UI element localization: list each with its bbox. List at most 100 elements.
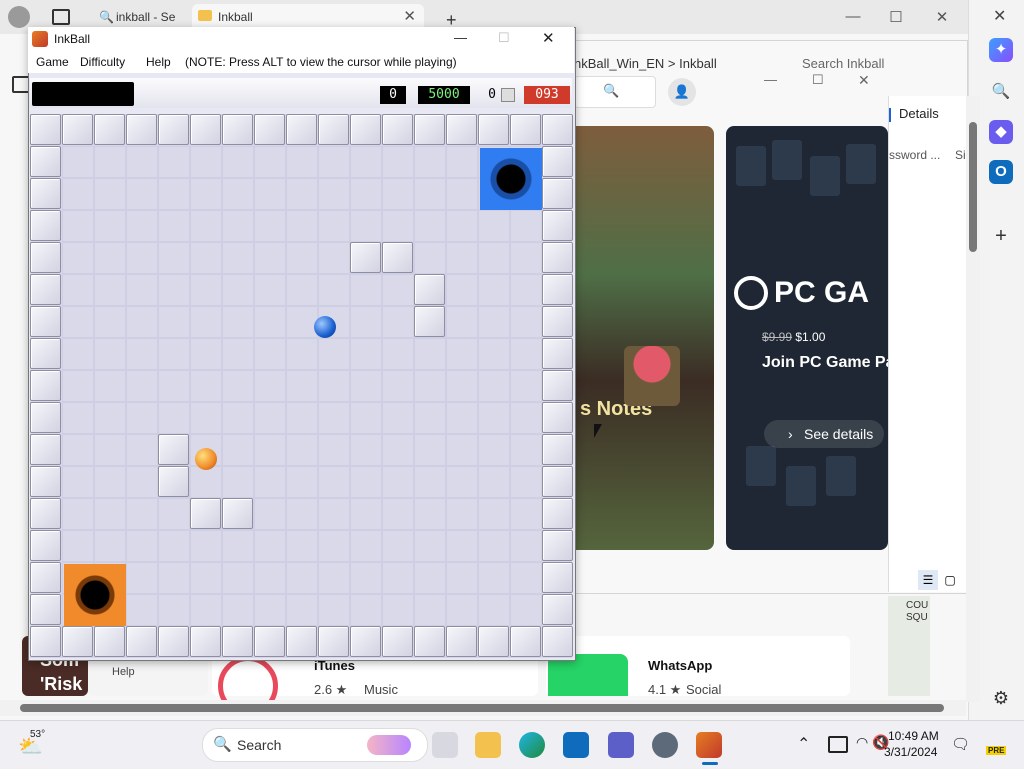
board-cell: [94, 338, 126, 370]
wall-block: [30, 562, 61, 593]
board-cell: [510, 306, 542, 338]
board-cell: [62, 434, 94, 466]
board-cell: [478, 306, 510, 338]
board-cell: [286, 498, 318, 530]
add-icon[interactable]: +: [989, 224, 1013, 248]
promo-card-game[interactable]: s Notes: [560, 126, 714, 550]
account-icon[interactable]: 👤: [668, 78, 696, 106]
board-cell: [254, 210, 286, 242]
view-toggle[interactable]: ☰ ▢: [916, 570, 960, 590]
scrollbar-thumb[interactable]: [20, 704, 944, 712]
board-cell: [478, 466, 510, 498]
store-close-icon[interactable]: ✕: [858, 72, 870, 89]
display-icon[interactable]: [828, 736, 848, 753]
wifi-icon[interactable]: ◠: [856, 734, 868, 751]
board-cell: [62, 242, 94, 274]
board-cell: [94, 146, 126, 178]
board-cell: [478, 274, 510, 306]
list-view-icon[interactable]: ☰: [918, 570, 938, 590]
board-cell: [478, 562, 510, 594]
board-cell: [286, 146, 318, 178]
clock-time[interactable]: 10:49 AM: [888, 729, 939, 743]
copilot-icon[interactable]: ✦: [989, 38, 1013, 62]
wall-block: [30, 210, 61, 241]
tab-details[interactable]: Details: [889, 106, 939, 122]
file-explorer-icon[interactable]: [475, 732, 501, 758]
tab-actions-icon[interactable]: [52, 9, 70, 25]
taskbar-search[interactable]: 🔍 Search: [202, 728, 428, 762]
store-maximize-icon[interactable]: ☐: [812, 72, 824, 88]
vertical-scrollbar[interactable]: [966, 96, 980, 702]
board-cell: [350, 594, 382, 626]
board-cell: [158, 338, 190, 370]
extension-icon[interactable]: ◆: [989, 120, 1013, 144]
app-card-whatsapp[interactable]: WhatsApp 4.1 ★ Social: [546, 636, 850, 697]
wall-block: [414, 306, 445, 337]
board-cell: [478, 370, 510, 402]
chevron-up-icon[interactable]: ⌃: [797, 734, 810, 754]
wall-block: [30, 594, 61, 625]
horizontal-scrollbar[interactable]: [0, 700, 966, 716]
promo-card-pc-game-pass[interactable]: PC GA $9.99 $1.00 Join PC Game Pa › See …: [726, 126, 888, 550]
notification-icon[interactable]: 🗨: [951, 735, 970, 753]
board-cell: [222, 210, 254, 242]
close-icon[interactable]: ✕: [993, 6, 1006, 26]
profile-avatar-icon[interactable]: [8, 6, 30, 28]
maximize-icon[interactable]: ☐: [886, 8, 906, 26]
board-cell: [190, 146, 222, 178]
clock-date[interactable]: 3/31/2024: [884, 745, 937, 759]
board-cell: [446, 178, 478, 210]
task-view-icon[interactable]: [432, 732, 458, 758]
board-cell: [190, 466, 222, 498]
settings-icon[interactable]: ⚙: [989, 686, 1013, 710]
store-search-input[interactable]: Search Inkball: [802, 56, 884, 71]
board-cell: [254, 402, 286, 434]
board-cell: [318, 434, 350, 466]
wall-block: [318, 114, 349, 145]
board-cell: [126, 146, 158, 178]
menu-game[interactable]: Game: [36, 55, 69, 69]
close-icon[interactable]: ✕: [932, 8, 952, 26]
wall-block: [222, 114, 253, 145]
game-board[interactable]: [30, 114, 573, 658]
store-minimize-icon[interactable]: —: [764, 72, 777, 87]
board-cell: [62, 466, 94, 498]
search-icon: 🔍: [213, 736, 232, 753]
board-cell: [478, 594, 510, 626]
wall-block: [30, 338, 61, 369]
inkball-taskbar-icon[interactable]: [696, 732, 722, 758]
board-cell: [478, 338, 510, 370]
board-cell: [414, 146, 446, 178]
board-cell: [286, 594, 318, 626]
wall-block: [62, 114, 93, 145]
menu-help[interactable]: Help: [146, 55, 171, 69]
settings-icon[interactable]: [652, 732, 678, 758]
wall-block: [30, 114, 61, 145]
scrollbar-thumb[interactable]: [969, 122, 977, 252]
board-cell: [478, 402, 510, 434]
edge-icon[interactable]: [519, 732, 545, 758]
board-cell: [222, 466, 254, 498]
wall-block: [542, 178, 573, 209]
inkball-title-bar[interactable]: InkBall — ☐ ✕: [28, 27, 574, 51]
help-label: Help: [112, 666, 135, 678]
close-icon[interactable]: ✕: [542, 29, 555, 47]
outlook-icon[interactable]: O: [989, 160, 1013, 184]
teams-icon[interactable]: [608, 732, 634, 758]
see-details-button[interactable]: › See details: [764, 420, 884, 448]
search-icon[interactable]: 🔍: [989, 80, 1013, 104]
board-cell: [126, 306, 158, 338]
active-app-indicator: [702, 762, 718, 765]
board-cell: [446, 338, 478, 370]
board-cell: [446, 370, 478, 402]
game-tile: [736, 146, 766, 186]
menu-difficulty[interactable]: Difficulty: [80, 55, 125, 69]
store-icon[interactable]: [563, 732, 589, 758]
wall-block: [30, 530, 61, 561]
minimize-icon[interactable]: —: [843, 8, 863, 25]
new-price: $1.00: [795, 330, 826, 344]
store-search-box[interactable]: 🔍: [574, 76, 656, 108]
minimize-icon[interactable]: —: [454, 30, 467, 45]
tile-view-icon[interactable]: ▢: [940, 570, 960, 590]
board-cell: [126, 562, 158, 594]
